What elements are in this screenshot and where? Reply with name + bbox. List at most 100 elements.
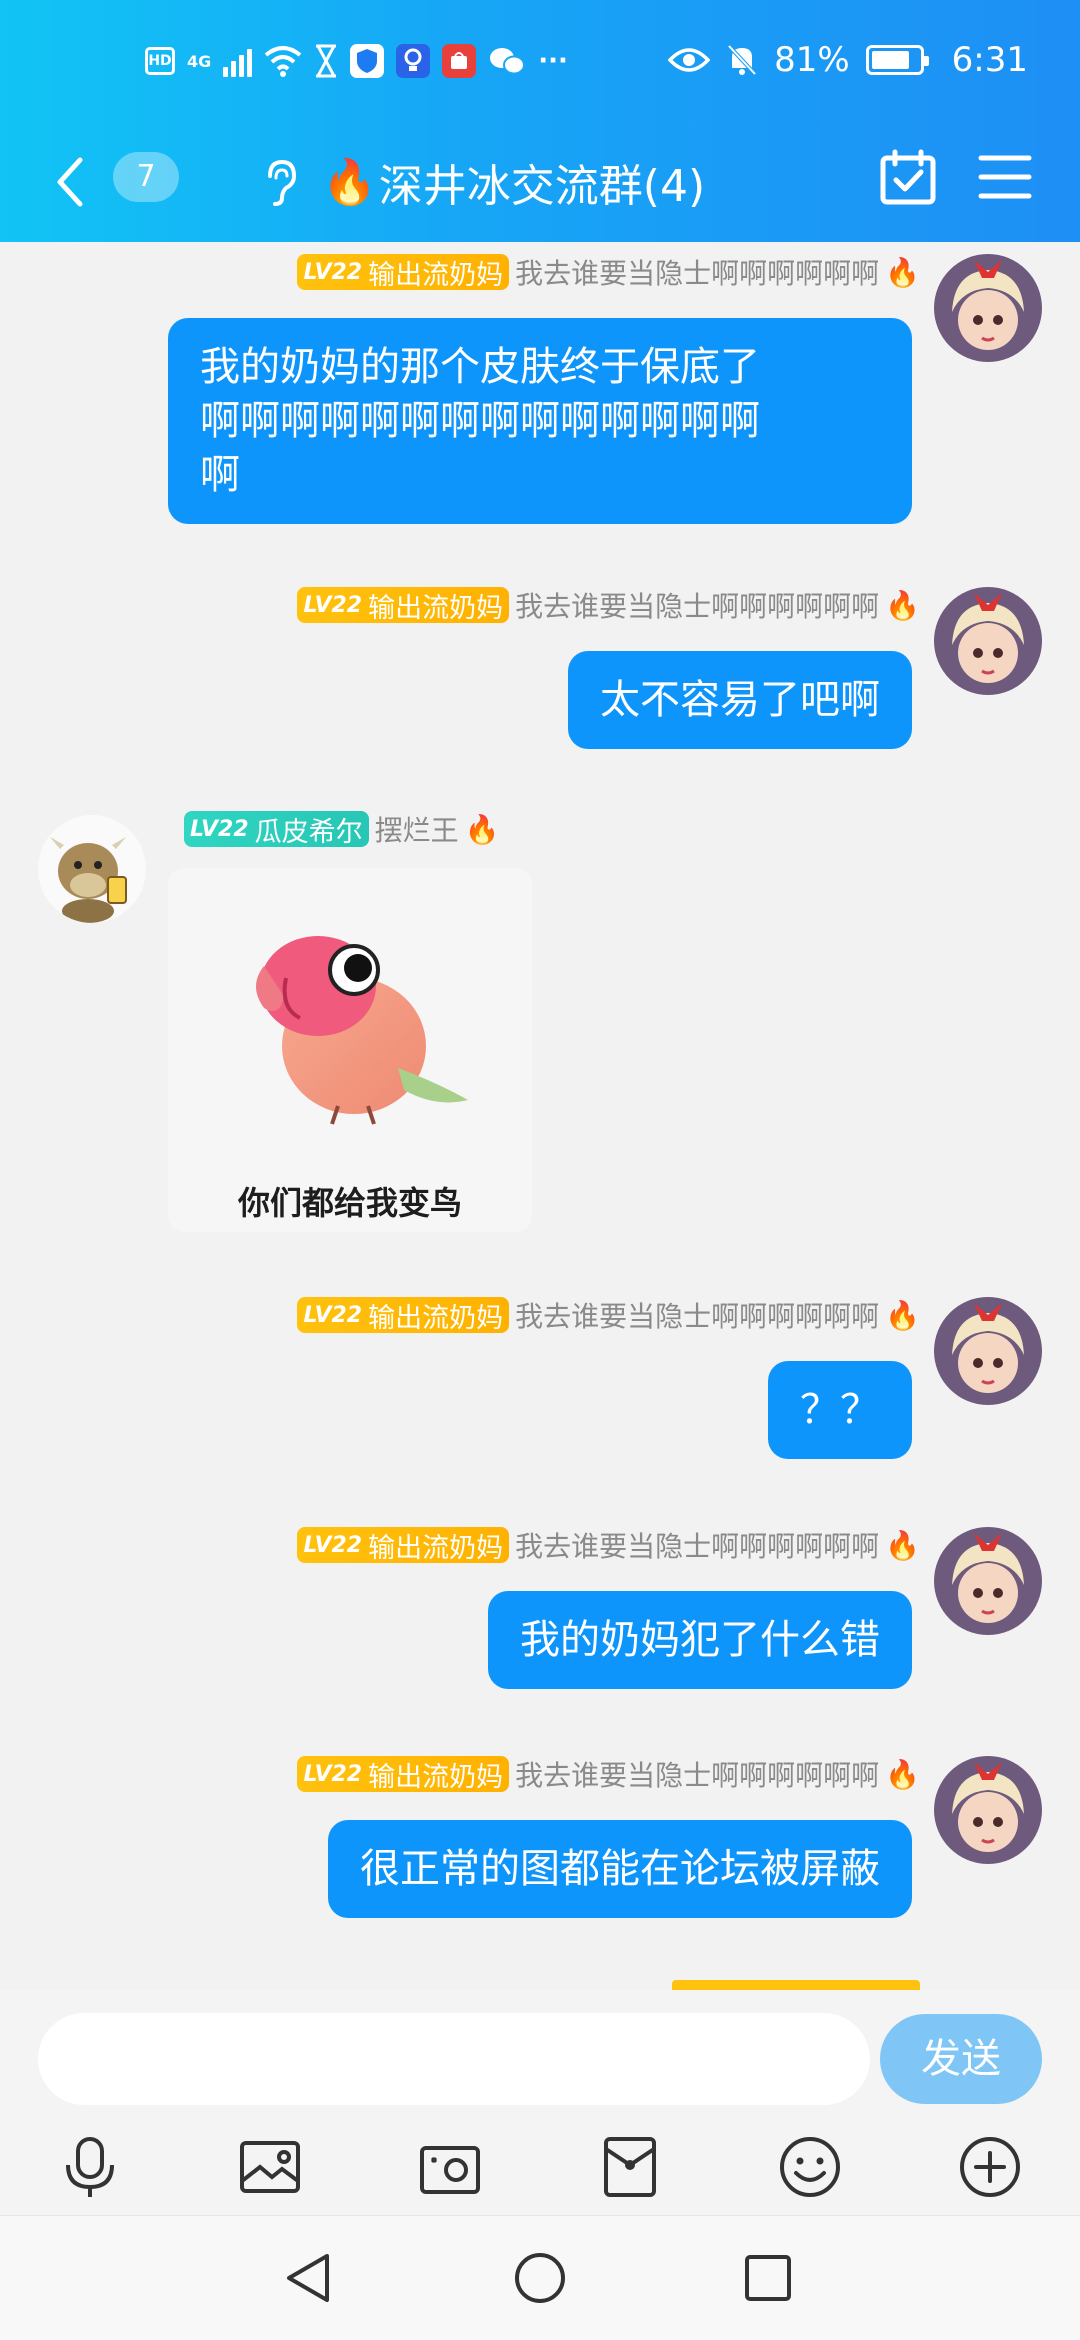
fire-icon: 🔥 — [885, 1757, 920, 1791]
battery-percent: 81% — [774, 40, 850, 80]
sender-meta: LV22 输出流奶妈 我去谁要当隐士啊啊啊啊啊啊 🔥 — [297, 1754, 920, 1794]
message-bubble[interactable]: ？？ — [768, 1361, 912, 1459]
chat-header: 7 🔥 深井冰交流群(4) — [0, 132, 1080, 242]
picture-button[interactable] — [230, 2127, 310, 2207]
nav-home-button[interactable] — [500, 2238, 580, 2318]
level-number: LV22 — [303, 592, 363, 618]
back-button[interactable] — [52, 152, 112, 212]
microphone-icon — [66, 2137, 114, 2197]
avatar[interactable] — [934, 1297, 1042, 1405]
input-toolbar — [0, 2115, 1080, 2215]
plus-button[interactable] — [950, 2127, 1030, 2207]
emoji-button[interactable] — [770, 2127, 850, 2207]
fire-icon: 🔥 — [885, 255, 920, 289]
bulb-app-icon — [396, 44, 431, 78]
level-badge: LV22 输出流奶妈 — [297, 1527, 510, 1564]
red-packet-icon — [604, 2137, 656, 2197]
nav-recents-button[interactable] — [728, 2238, 808, 2318]
message-list[interactable]: LV22 输出流奶妈 我去谁要当隐士啊啊啊啊啊啊 🔥 我的奶妈的那个皮肤终于保底… — [0, 242, 1080, 1990]
emoji-icon — [780, 2137, 840, 2197]
level-badge: LV22 输出流奶妈 — [297, 1756, 510, 1793]
sticker-image[interactable]: 你们都给我变鸟 — [168, 868, 532, 1232]
avatar-image — [934, 1756, 1042, 1864]
status-bar: HD 4G ··· 81% 6:31 — [0, 0, 1080, 132]
sender-meta: LV22 输出流奶妈 我去谁要当隐士啊啊啊啊啊啊 🔥 — [297, 252, 920, 292]
level-badge: LV22 输出流奶妈 — [297, 254, 510, 291]
level-badge: LV22 输出流奶妈 — [297, 1297, 510, 1334]
avatar[interactable] — [934, 1527, 1042, 1635]
wechat-icon — [490, 48, 526, 75]
shield-app-icon — [350, 44, 385, 78]
group-title[interactable]: 🔥 深井冰交流群(4) — [322, 150, 705, 214]
message-text-line: 啊啊啊啊啊啊啊啊啊啊啊啊啊啊 — [200, 398, 760, 444]
title-fire-emoji: 🔥 — [322, 157, 377, 208]
sender-nickname: 输出流奶妈 — [368, 592, 504, 624]
member-title: 我去谁要当隐士啊啊啊啊啊啊 — [515, 590, 880, 623]
mute-bell-icon — [727, 44, 757, 76]
send-button[interactable]: 发送 — [880, 2014, 1042, 2104]
message-bubble[interactable]: 太不容易了吧啊 — [568, 651, 912, 749]
triangle-back-icon — [287, 2254, 329, 2302]
level-number: LV22 — [190, 816, 249, 842]
wifi-icon — [264, 46, 302, 77]
sender-nickname: 输出流奶妈 — [368, 259, 504, 291]
message-text-line: 啊 — [200, 452, 240, 498]
square-recents-icon — [745, 2255, 791, 2301]
avatar[interactable] — [38, 815, 146, 923]
sender-meta: LV22 输出流奶妈 我去谁要当隐士啊啊啊啊啊啊 🔥 — [297, 1295, 920, 1335]
status-right-icons: 81% 6:31 — [668, 40, 1028, 80]
message-input[interactable] — [38, 2013, 870, 2105]
menu-icon[interactable] — [978, 152, 1032, 202]
level-number: LV22 — [303, 259, 363, 285]
message-text-line: ？？ — [800, 1387, 880, 1433]
sender-meta: LV22 瓜皮希尔 摆烂王 🔥 — [184, 809, 500, 849]
message-bubble[interactable]: 很正常的图都能在论坛被屏蔽 — [328, 1820, 912, 1918]
more-notifications-icon: ··· — [538, 46, 568, 76]
fire-icon: 🔥 — [885, 588, 920, 622]
hd-icon: HD — [145, 47, 175, 75]
sender-nickname: 输出流奶妈 — [368, 1302, 504, 1334]
ear-icon[interactable] — [262, 158, 298, 208]
plus-icon — [960, 2137, 1020, 2197]
message-text-line: 我的奶妈犯了什么错 — [520, 1617, 880, 1663]
clock: 6:31 — [951, 40, 1028, 80]
sender-nickname: 输出流奶妈 — [368, 1761, 504, 1793]
avatar[interactable] — [934, 1756, 1042, 1864]
hourglass-icon — [316, 44, 337, 78]
eye-icon — [668, 48, 711, 72]
message-bubble[interactable]: 我的奶妈犯了什么错 — [488, 1591, 912, 1689]
camera-icon — [420, 2146, 480, 2194]
message-bubble[interactable]: 我的奶妈的那个皮肤终于保底了 啊啊啊啊啊啊啊啊啊啊啊啊啊啊 啊 — [168, 318, 912, 524]
fire-icon: 🔥 — [464, 812, 500, 846]
calendar-check-icon[interactable] — [878, 148, 938, 208]
avatar-image — [934, 587, 1042, 695]
fire-icon: 🔥 — [885, 1528, 920, 1562]
sender-meta: LV22 输出流奶妈 我去谁要当隐士啊啊啊啊啊啊 🔥 — [297, 585, 920, 625]
unread-count-badge[interactable]: 7 — [113, 152, 179, 202]
camera-button[interactable] — [410, 2127, 490, 2207]
battery-fill — [871, 51, 909, 69]
avatar[interactable] — [934, 587, 1042, 695]
input-bar: 发送 — [0, 1990, 1080, 2115]
level-badge-partial — [672, 1980, 920, 1990]
message-text-line: 太不容易了吧啊 — [600, 677, 880, 723]
fire-icon: 🔥 — [885, 1298, 920, 1332]
system-nav-bar — [0, 2215, 1080, 2340]
sender-nickname: 瓜皮希尔 — [254, 816, 363, 848]
avatar-image — [934, 1297, 1042, 1405]
member-title: 我去谁要当隐士啊啊啊啊啊啊 — [515, 1759, 880, 1792]
nav-back-button[interactable] — [268, 2238, 348, 2318]
sender-meta: LV22 输出流奶妈 我去谁要当隐士啊啊啊啊啊啊 🔥 — [297, 1525, 920, 1565]
avatar-image — [934, 254, 1042, 362]
level-number: LV22 — [303, 1532, 363, 1558]
picture-icon — [240, 2141, 300, 2193]
sender-nickname: 输出流奶妈 — [368, 1532, 504, 1564]
red-packet-button[interactable] — [590, 2127, 670, 2207]
circle-home-icon — [515, 2253, 565, 2303]
avatar[interactable] — [934, 254, 1042, 362]
voice-button[interactable] — [50, 2127, 130, 2207]
avatar-image — [934, 1527, 1042, 1635]
sticker-caption: 你们都给我变鸟 — [237, 1184, 462, 1222]
group-name: 深井冰交流群(4) — [378, 161, 706, 212]
huawei-store-icon — [442, 44, 477, 78]
